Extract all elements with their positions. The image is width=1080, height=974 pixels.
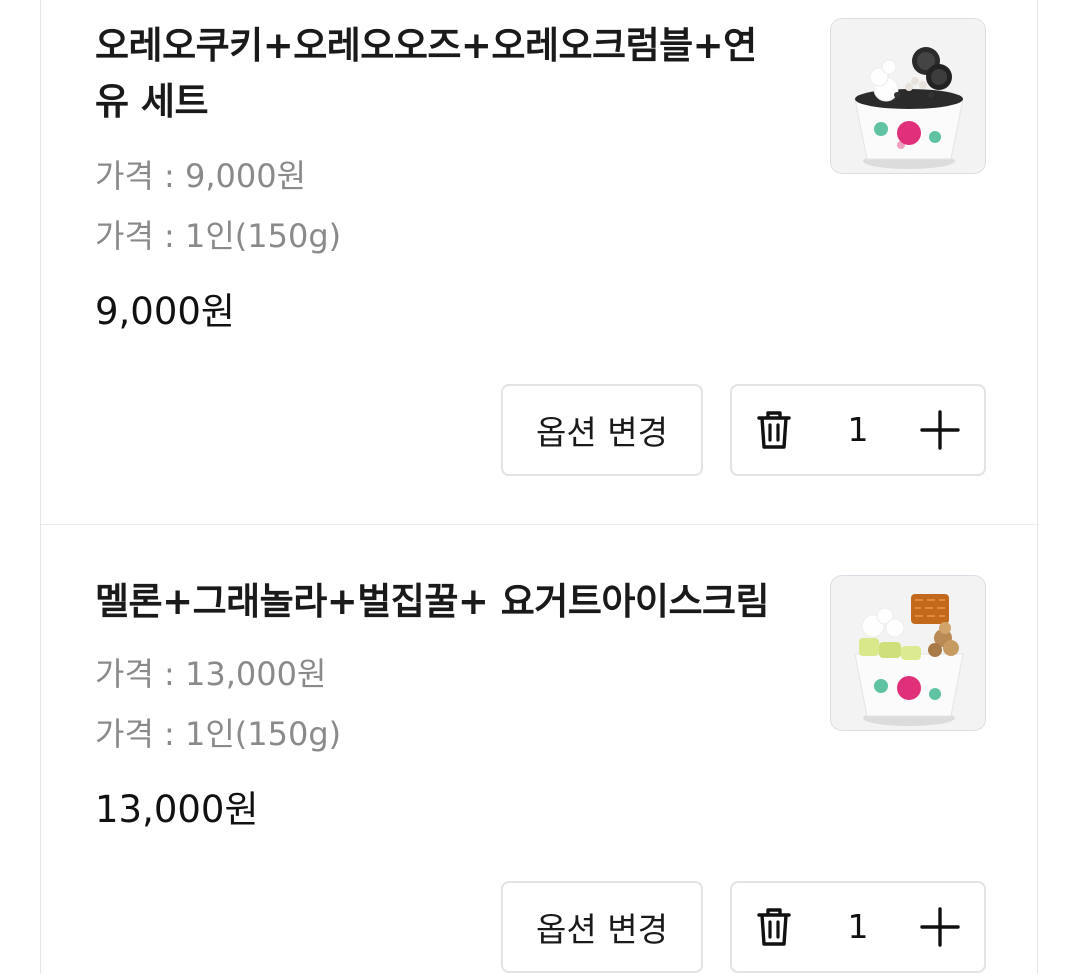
cart-list: 오레오쿠키+오레오오즈+오레오크럼블+연 유 세트 가격 : 9,000원 가격… [40, 0, 1039, 974]
quantity-value: 1 [847, 907, 869, 946]
quantity-stepper: 1 [730, 384, 986, 476]
item-option-price: 가격 : 13,000원 [95, 655, 327, 693]
quantity-stepper: 1 [730, 881, 986, 973]
item-option-serving: 가격 : 1인(150g) [95, 217, 342, 255]
trash-icon[interactable] [752, 408, 796, 452]
item-option-price: 가격 : 9,000원 [95, 157, 307, 195]
quantity-value: 1 [847, 410, 869, 449]
oreo-yogurt-ice-cream-cup-image [831, 19, 985, 173]
change-option-button[interactable]: 옵션 변경 [501, 881, 703, 973]
change-option-button[interactable]: 옵션 변경 [501, 384, 703, 476]
cart-item: 멜론+그래놀라+벌집꿀+ 요거트아이스크림 가격 : 13,000원 가격 : … [41, 526, 1039, 974]
plus-icon[interactable] [920, 907, 960, 947]
trash-icon[interactable] [752, 905, 796, 949]
item-option-serving: 가격 : 1인(150g) [95, 715, 342, 753]
item-title-line: 멜론+그래놀라+벌집꿀+ 요거트아이스크림 [95, 580, 770, 623]
cart-item: 오레오쿠키+오레오오즈+오레오크럼블+연 유 세트 가격 : 9,000원 가격… [41, 0, 1039, 525]
plus-icon[interactable] [920, 410, 960, 450]
item-title: 오레오쿠키+오레오오즈+오레오크럼블+연 유 세트 [95, 18, 795, 130]
item-total-price: 13,000원 [95, 788, 259, 831]
item-title-line: 유 세트 [95, 80, 209, 123]
item-total-price: 9,000원 [95, 290, 235, 333]
item-title: 멜론+그래놀라+벌집꿀+ 요거트아이스크림 [95, 574, 835, 630]
melon-granola-yogurt-ice-cream-cup-image [831, 576, 985, 730]
item-thumbnail[interactable] [830, 575, 986, 731]
item-title-line: 오레오쿠키+오레오오즈+오레오크럼블+연 [95, 24, 757, 67]
item-thumbnail[interactable] [830, 18, 986, 174]
